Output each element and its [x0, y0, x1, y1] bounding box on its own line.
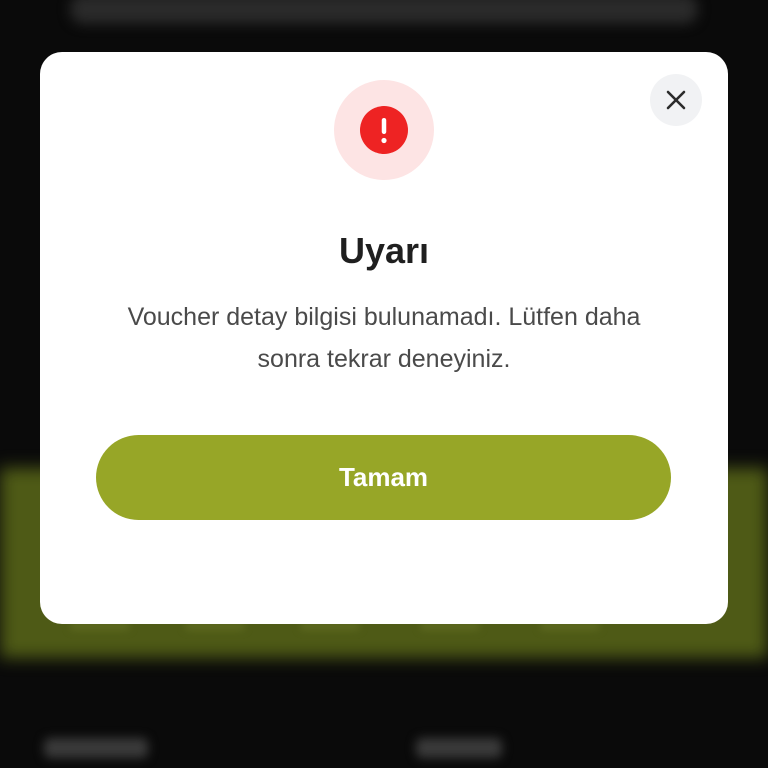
exclamation-icon	[360, 106, 408, 154]
dialog-title: Uyarı	[338, 230, 430, 271]
confirm-button[interactable]: Tamam	[96, 435, 671, 520]
dialog-message: Voucher detay bilgisi bulunamadı. Lütfen…	[127, 303, 641, 373]
background-bottom-left-label	[44, 738, 148, 758]
app-screen: Uyarı Voucher detay bilgisi bulunamadı. …	[0, 0, 768, 768]
background-bottom-right-label	[416, 738, 502, 758]
alert-dialog: Uyarı Voucher detay bilgisi bulunamadı. …	[40, 52, 728, 624]
close-button[interactable]	[650, 74, 702, 126]
alert-icon-halo	[334, 80, 434, 180]
close-icon	[666, 90, 686, 110]
background-top-bar	[70, 0, 698, 24]
